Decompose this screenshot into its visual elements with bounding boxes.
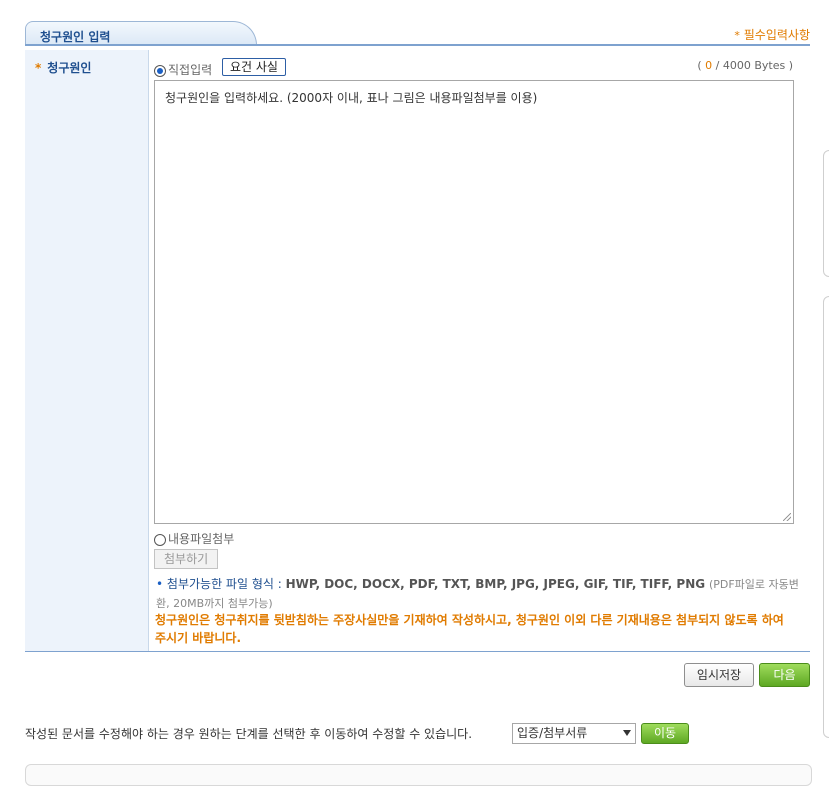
bottom-panel [25,764,812,786]
field-label-text: 청구원인 [47,61,92,75]
bullet-icon: • [156,577,164,591]
required-note: * 필수입력사항 [734,26,810,43]
chevron-down-icon [623,730,631,736]
step-select[interactable]: 입증/첨부서류 [512,723,636,744]
file-attach-label: 내용파일첨부 [168,532,235,546]
step-select-value: 입증/첨부서류 [517,726,588,740]
attach-button[interactable]: 첨부하기 [154,549,219,569]
byte-counter-max: / 4000 Bytes ) [715,59,793,72]
direct-input-label: 직접입력 [168,63,213,77]
claim-reason-textarea[interactable]: 청구원인을 입력하세요. (2000자 이내, 표나 그림은 내용파일첨부를 이… [154,80,794,524]
direct-input-radio[interactable] [154,64,166,77]
field-required-star: * [35,61,42,75]
byte-counter: ( 0 / 4000 Bytes ) [697,59,793,72]
requirement-facts-button[interactable]: 요건 사실 [222,58,286,76]
side-panel-fragment [823,150,829,277]
allowed-formats: • 첨부가능한 파일 형식 : HWP, DOC, DOCX, PDF, TXT… [156,575,806,613]
resize-grip-icon[interactable] [783,513,791,521]
byte-counter-current: 0 [705,59,713,72]
form-bottom-divider [25,651,810,652]
label-cell: * 청구원인 [25,50,149,651]
file-attach-option[interactable]: 내용파일첨부 [154,530,234,547]
formats-list: HWP, DOC, DOCX, PDF, TXT, BMP, JPG, JPEG… [285,577,706,591]
tab-divider [25,44,810,46]
move-button[interactable]: 이동 [641,723,689,744]
file-attach-radio[interactable] [154,533,166,546]
side-panel-fragment [823,296,829,738]
byte-counter-open: ( [697,59,702,72]
warning-text: 청구원인은 청구취지를 뒷받침하는 주장사실만을 기재하여 작성하시고, 청구원… [155,613,784,645]
required-note-text: 필수입력사항 [743,28,810,42]
navigate-instruction: 작성된 문서를 수정해야 하는 경우 원하는 단계를 선택한 후 이동하여 수정… [25,727,473,741]
required-star: * [734,29,740,42]
temp-save-button[interactable]: 임시저장 [684,663,754,687]
textarea-placeholder: 청구원인을 입력하세요. (2000자 이내, 표나 그림은 내용파일첨부를 이… [165,91,538,105]
section-title: 청구원인 입력 [40,30,111,44]
formats-label: 첨부가능한 파일 형식 : [166,577,282,591]
direct-input-option[interactable]: 직접입력 [154,61,212,78]
field-label: * 청구원인 [35,59,91,76]
next-button[interactable]: 다음 [759,663,810,687]
section-tab: 청구원인 입력 [25,21,257,45]
